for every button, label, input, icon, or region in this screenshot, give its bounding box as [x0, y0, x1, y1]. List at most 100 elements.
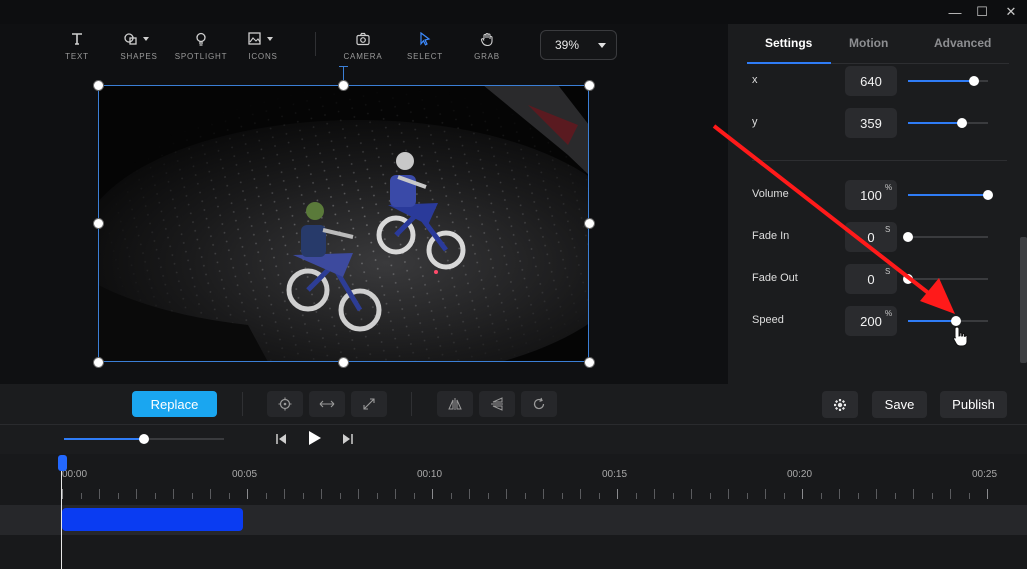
publish-button[interactable]: Publish: [940, 391, 1007, 418]
tool-label: ICONS: [248, 52, 278, 61]
save-button[interactable]: Save: [872, 391, 927, 418]
ruler-tick: [672, 493, 674, 499]
ruler-tick: [358, 489, 359, 499]
skip-forward-icon[interactable]: [342, 432, 354, 450]
action-divider: [411, 392, 412, 416]
resize-handle-right[interactable]: [584, 218, 595, 229]
ruler-tick: [302, 493, 304, 499]
shapes-icon: [109, 30, 169, 48]
replace-button[interactable]: Replace: [132, 391, 217, 417]
ruler-tick: [524, 493, 526, 499]
ruler-tick: [635, 493, 637, 499]
playhead-handle[interactable]: [58, 455, 67, 471]
rotate-button[interactable]: [521, 391, 557, 417]
property-value-input[interactable]: 359: [845, 108, 897, 138]
title-bar: — ☐ ✕: [0, 0, 1027, 24]
fullscreen-button[interactable]: [351, 391, 387, 417]
property-value: 200: [860, 313, 882, 329]
slider-fill: [64, 438, 144, 440]
tool-label: SELECT: [407, 52, 443, 61]
slider-fill: [908, 194, 988, 196]
ruler-tick: [709, 493, 711, 499]
playhead-line[interactable]: [61, 458, 62, 569]
tool-label: GRAB: [474, 52, 500, 61]
slider-knob[interactable]: [903, 274, 913, 284]
tool-shapes[interactable]: SHAPES: [109, 30, 169, 61]
rotate-icon: [533, 397, 545, 410]
active-tab-indicator: [747, 62, 831, 64]
property-slider[interactable]: [908, 122, 988, 124]
settings-button[interactable]: [822, 391, 858, 418]
ruler-tick: [839, 489, 840, 499]
ruler-tick: [802, 489, 803, 499]
ruler-time-label: 00:05: [232, 469, 258, 480]
fit-width-button[interactable]: [309, 391, 345, 417]
property-value: 0: [867, 271, 875, 287]
ruler-tick: [136, 489, 137, 499]
tab-motion[interactable]: Motion: [849, 36, 888, 50]
property-slider[interactable]: [908, 236, 988, 238]
ruler-tick: [210, 489, 211, 499]
resize-handle-top[interactable]: [338, 80, 349, 91]
ruler-tick: [284, 489, 285, 499]
ruler-tick: [191, 493, 193, 499]
tool-camera[interactable]: CAMERA: [333, 30, 393, 61]
maximize-icon[interactable]: ☐: [967, 0, 997, 24]
panel-scrollbar[interactable]: [1020, 237, 1027, 363]
resize-handle-top-left[interactable]: [93, 80, 104, 91]
play-icon[interactable]: [308, 430, 322, 451]
resize-handle-left[interactable]: [93, 218, 104, 229]
slider-fill: [908, 80, 974, 82]
property-slider[interactable]: [908, 320, 988, 322]
toolbar-divider: [315, 32, 316, 56]
tool-icons[interactable]: ICONS: [233, 30, 293, 61]
resize-handle-bottom-right[interactable]: [584, 357, 595, 368]
cursor-icon: [395, 30, 455, 48]
zoom-dropdown[interactable]: 39%: [540, 30, 617, 60]
ruler-tick: [247, 489, 248, 499]
ruler-tick: [691, 489, 692, 499]
slider-knob[interactable]: [983, 190, 993, 200]
ruler-time-label: 00:00: [62, 469, 88, 480]
property-slider[interactable]: [908, 194, 988, 196]
minimize-icon[interactable]: —: [940, 0, 970, 24]
ruler-tick: [617, 489, 618, 499]
slider-knob[interactable]: [139, 434, 149, 444]
tool-text[interactable]: TEXT: [47, 30, 107, 61]
center-button[interactable]: [267, 391, 303, 417]
gear-icon: [834, 398, 846, 411]
ruler-tick: [413, 493, 415, 499]
resize-handle-top-right[interactable]: [584, 80, 595, 91]
video-clip[interactable]: [62, 508, 243, 531]
ruler-tick: [931, 493, 933, 499]
property-value: 100: [860, 187, 882, 203]
flip-vertical-button[interactable]: [479, 391, 515, 417]
ruler-time-label: 00:20: [787, 469, 813, 480]
tool-spotlight[interactable]: SPOTLIGHT: [171, 30, 231, 61]
tab-settings[interactable]: Settings: [765, 36, 812, 50]
flip-horizontal-button[interactable]: [437, 391, 473, 417]
ruler-tick: [487, 493, 489, 499]
zoom-value: 39%: [555, 38, 580, 52]
tab-advanced[interactable]: Advanced: [934, 36, 991, 50]
ruler-tick: [154, 493, 156, 499]
chevron-down-icon: [598, 43, 606, 48]
tool-select[interactable]: SELECT: [395, 30, 455, 61]
ruler-tick: [654, 489, 655, 499]
property-label: y: [752, 116, 758, 128]
arrows-horizontal-icon: [319, 400, 335, 408]
resize-handle-bottom-left[interactable]: [93, 357, 104, 368]
property-slider[interactable]: [908, 278, 988, 280]
slider-knob[interactable]: [968, 76, 979, 86]
property-value-input[interactable]: 640: [845, 66, 897, 96]
ruler-tick: [376, 493, 378, 499]
slider-knob[interactable]: [951, 316, 961, 326]
resize-handle-bottom[interactable]: [338, 357, 349, 368]
tool-grab[interactable]: GRAB: [457, 30, 517, 61]
slider-knob[interactable]: [903, 232, 913, 242]
ruler-tick: [506, 489, 507, 499]
close-icon[interactable]: ✕: [996, 0, 1026, 24]
video-media[interactable]: [98, 85, 589, 362]
skip-back-icon[interactable]: [275, 432, 287, 450]
property-label: Speed: [752, 314, 784, 326]
